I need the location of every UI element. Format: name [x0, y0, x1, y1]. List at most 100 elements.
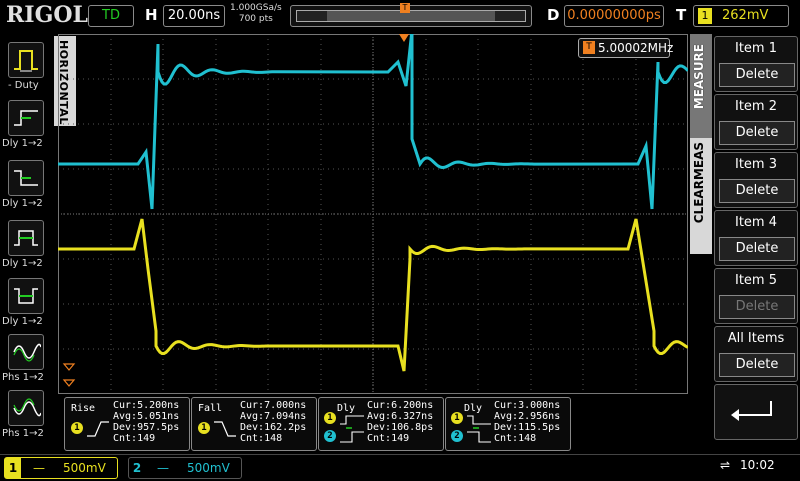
timebase-readout[interactable]: 20.00ns — [163, 5, 225, 27]
menu-item-2[interactable]: Item 2 Delete — [714, 94, 798, 150]
sample-rate-readout: 1.000GSa/s 700 pts — [230, 3, 282, 25]
source-badge: 1 — [71, 422, 83, 434]
channel-1-scale: 500mV — [63, 461, 106, 475]
counter-value: 5.00002MHz — [598, 41, 674, 55]
return-arrow-icon — [731, 401, 772, 421]
delay-fall-fall-icon — [14, 170, 38, 186]
menu-item-1[interactable]: Item 1 Delete — [714, 36, 798, 92]
item-4-title: Item 4 — [735, 215, 777, 230]
cur-value: Cur:3.000ns — [494, 400, 561, 411]
counter-badge: T — [583, 41, 595, 54]
measurement-values: Cur:7.000ns Avg:7.094ns Dev:162.2ps Cnt:148 — [240, 400, 306, 444]
measurement-name: Dly — [464, 403, 483, 414]
trigger-label: T — [676, 6, 687, 24]
horizontal-label: H — [145, 6, 158, 24]
item-5-delete-button[interactable]: Delete — [719, 295, 795, 319]
delay-label: D — [547, 6, 560, 24]
phase-fall-button[interactable] — [8, 390, 44, 426]
cur-value: Cur:5.200ns — [113, 400, 180, 411]
delay-edge-icon — [467, 415, 491, 443]
trigger-level-readout[interactable]: 1 262mV — [693, 5, 789, 27]
memory-window — [296, 10, 526, 22]
menu-item-3[interactable]: Item 3 Delete — [714, 152, 798, 208]
brand-logo: RIGOL — [6, 2, 88, 28]
usb-icon: ⇌ — [720, 458, 731, 472]
fall-edge-icon — [214, 421, 236, 437]
measurement-delay-1[interactable]: Dly 1 2 Cur:6.200ns Avg:6.327ns Dev:106.8p… — [318, 397, 444, 451]
cnt-value: Cnt:149 — [113, 433, 156, 444]
cnt-value: Cnt:148 — [494, 433, 537, 444]
delay-fall-rise-button[interactable] — [8, 278, 44, 314]
delay-edge-icon — [340, 415, 364, 443]
clear-meas-tab-label: CLEARMEAS — [692, 142, 706, 224]
measurement-name: Dly — [337, 403, 356, 414]
item-4-delete-button[interactable]: Delete — [719, 237, 795, 261]
delay-fall-rise-icon — [14, 288, 38, 304]
delay-label-2: Dly 1→2 — [2, 198, 43, 209]
cnt-value: Cnt:148 — [240, 433, 283, 444]
sample-rate: 1.000GSa/s — [230, 3, 282, 13]
item-3-delete-button[interactable]: Delete — [719, 179, 795, 203]
menu-item-5[interactable]: Item 5 Delete — [714, 268, 798, 324]
measurement-rise[interactable]: Rise 1 Cur:5.200ns Avg:5.051ns Dev:957.5ps… — [64, 397, 190, 451]
trigger-source-badge: 1 — [698, 8, 712, 24]
waveform-display[interactable] — [58, 34, 688, 394]
clock: 10:02 — [740, 458, 775, 472]
delay-label-4: Dly 1→2 — [2, 316, 43, 327]
delay-fall-fall-button[interactable] — [8, 160, 44, 196]
memory-position-strip[interactable] — [290, 5, 532, 27]
measurement-values: Cur:3.000ns Avg:2.956ns Dev:115.5ps Cnt:148 — [494, 400, 560, 444]
item-2-delete-button[interactable]: Delete — [719, 121, 795, 145]
source-badge: 1 — [198, 422, 210, 434]
back-button[interactable] — [714, 384, 798, 440]
frequency-counter: T 5.00002MHz — [578, 38, 674, 58]
duty-cycle-button[interactable] — [8, 42, 44, 78]
measurement-fall[interactable]: Fall 1 Cur:7.000ns Avg:7.094ns Dev:162.2ps… — [191, 397, 317, 451]
cnt-value: Cnt:149 — [367, 433, 410, 444]
horizontal-delay-readout[interactable]: 0.00000000ps — [564, 5, 664, 27]
dev-value: Dev:106.8ps — [367, 422, 434, 433]
item-5-title: Item 5 — [735, 273, 777, 288]
menu-all-items[interactable]: All Items Delete — [714, 326, 798, 382]
measurement-values: Cur:6.200ns Avg:6.327ns Dev:106.8ps Cnt:149 — [367, 400, 433, 444]
item-3-title: Item 3 — [735, 157, 777, 172]
source-badge-2: 2 — [324, 430, 336, 442]
avg-value: Avg:7.094ns — [240, 411, 307, 422]
source-badge-1: 1 — [451, 412, 463, 424]
measurement-values: Cur:5.200ns Avg:5.051ns Dev:957.5ps Cnt:149 — [113, 400, 179, 444]
measurement-name: Fall — [198, 403, 223, 414]
avg-value: Avg:5.051ns — [113, 411, 180, 422]
memory-depth: 700 pts — [238, 14, 273, 24]
source-badge-2: 2 — [451, 430, 463, 442]
channel-2-number: 2 — [132, 461, 142, 475]
menu-item-4[interactable]: Item 4 Delete — [714, 210, 798, 266]
measurement-delay-2[interactable]: Dly 1 2 Cur:3.000ns Avg:2.956ns Dev:115.5p… — [445, 397, 571, 451]
run-state-indicator[interactable]: TD — [88, 5, 134, 27]
measure-menu-tab[interactable]: MEASURE CLEARMEAS — [690, 34, 712, 254]
trigger-level-value: 262mV — [722, 8, 769, 23]
all-items-delete-button[interactable]: Delete — [719, 353, 795, 377]
top-status-bar: RIGOL TD H 20.00ns 1.000GSa/s 700 pts T … — [0, 0, 800, 32]
avg-value: Avg:6.327ns — [367, 411, 434, 422]
item-1-delete-button[interactable]: Delete — [719, 63, 795, 87]
trigger-position-marker — [399, 34, 409, 42]
channel-2-scale: 500mV — [187, 461, 230, 475]
measurement-name: Rise — [71, 403, 96, 414]
all-items-title: All Items — [727, 331, 785, 346]
trigger-position-icon: T — [400, 3, 410, 13]
cur-value: Cur:6.200ns — [367, 400, 434, 411]
phase-rise-button[interactable] — [8, 334, 44, 370]
item-2-title: Item 2 — [735, 99, 777, 114]
delay-rise-fall-button[interactable] — [8, 220, 44, 256]
channel-2-tab[interactable]: 2 — 500mV — [128, 457, 242, 479]
channel-1-tab[interactable]: 1 — 500mV — [4, 457, 118, 479]
measurement-shortcut-column: - Duty Dly 1→2 Dly 1→2 Dly 1→2 Dly 1→2 P… — [0, 36, 52, 454]
memory-view-indicator — [327, 11, 495, 21]
phase-label-2: Phs 1→2 — [2, 428, 44, 439]
rise-edge-icon — [87, 421, 109, 437]
delay-rise-rise-button[interactable] — [8, 100, 44, 136]
channel-2-coupling: — — [157, 461, 169, 475]
dev-value: Dev:957.5ps — [113, 422, 180, 433]
duty-label: - Duty — [8, 80, 39, 91]
avg-value: Avg:2.956ns — [494, 411, 561, 422]
